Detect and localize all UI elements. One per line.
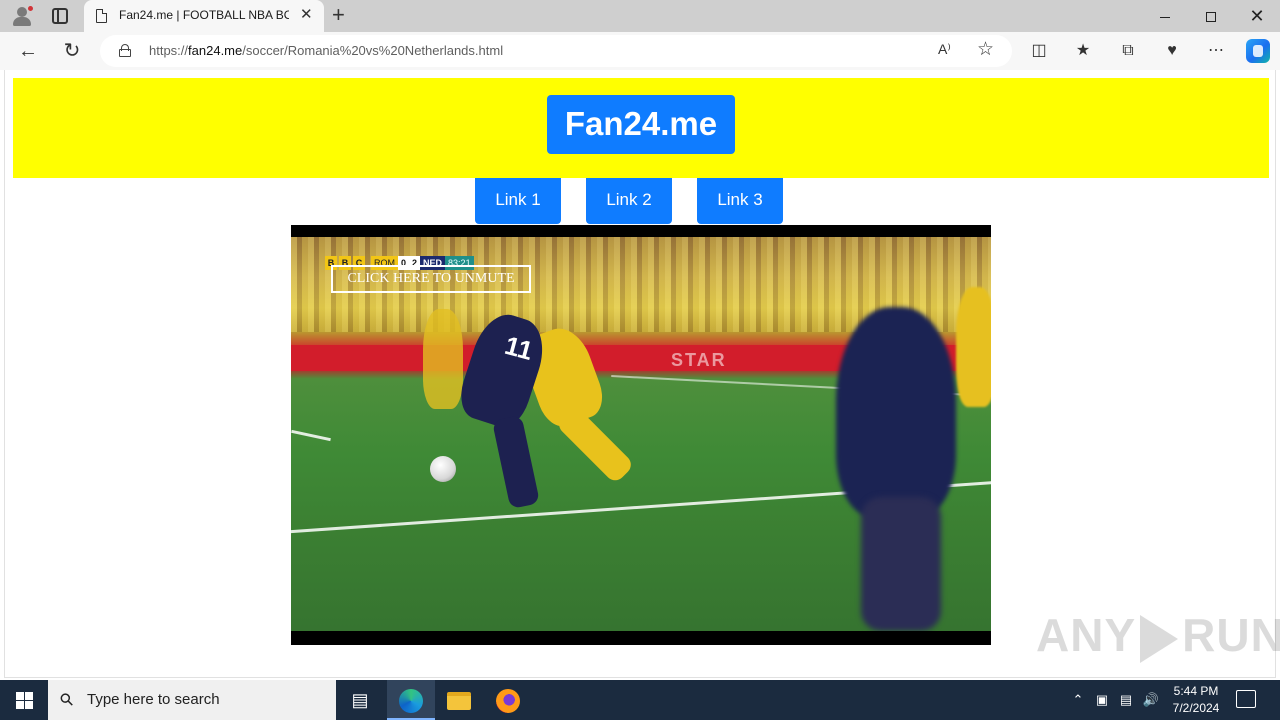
search-placeholder: Type here to search <box>87 691 220 708</box>
windows-taskbar: ⚲ Type here to search ▤ ⌃ ▣ ▤ 🔊 5:44 PM … <box>0 680 1280 720</box>
taskbar-clock[interactable]: 5:44 PM 7/2/2024 <box>1166 683 1226 717</box>
browser-toolbar: ← ↻ https://fan24.me/soccer/Romania%20vs… <box>0 32 1280 70</box>
show-hidden-icons-chevron-icon[interactable]: ⌃ <box>1068 680 1088 720</box>
file-explorer-icon[interactable] <box>435 680 483 720</box>
task-view-icon[interactable]: ▤ <box>336 680 384 720</box>
video-player[interactable]: STAR 11 B B C ROM 0 2 NED 83:21 CLICK HERE TO U… <box>291 225 991 645</box>
page-viewport: Fan24.me Link 1 Link 2 Link 3 STAR 11 BB… <box>4 70 1276 678</box>
favorites-icon[interactable]: ★ <box>1072 40 1094 62</box>
page-icon <box>96 9 107 23</box>
url-text[interactable]: https://fan24.me/soccer/Romania%20vs%20N… <box>149 43 503 58</box>
firefox-icon[interactable] <box>484 680 532 720</box>
back-arrow-icon[interactable]: ← <box>16 39 40 63</box>
link-3-button[interactable]: Link 3 <box>697 178 783 224</box>
site-brand-button[interactable]: Fan24.me <box>547 95 735 154</box>
new-tab-icon[interactable]: + <box>332 4 345 26</box>
browser-title-bar: Fan24.me | FOOTBALL NBA BOXING ✕ + ✕ <box>0 0 1280 32</box>
split-screen-icon[interactable]: ◫ <box>1028 40 1050 62</box>
volume-icon[interactable]: 🔊 <box>1140 680 1162 720</box>
minimize-window-button[interactable] <box>1142 0 1188 32</box>
lock-icon[interactable] <box>119 44 131 57</box>
edge-taskbar-icon[interactable] <box>387 680 435 720</box>
add-favorite-star-icon[interactable]: ☆ <box>977 38 994 61</box>
site-header: Fan24.me <box>13 78 1269 178</box>
notifications-icon[interactable] <box>1236 690 1256 708</box>
link-1-button[interactable]: Link 1 <box>475 178 561 224</box>
video-frame: STAR 11 <box>291 237 991 631</box>
meet-now-icon[interactable]: ▣ <box>1092 680 1112 720</box>
address-bar[interactable]: https://fan24.me/soccer/Romania%20vs%20N… <box>100 35 1012 67</box>
tab-close-icon[interactable]: ✕ <box>300 7 313 23</box>
profile-avatar-icon[interactable] <box>10 5 34 27</box>
read-aloud-icon[interactable]: A⁾ <box>938 41 951 58</box>
close-window-button[interactable]: ✕ <box>1234 0 1280 32</box>
tab-title: Fan24.me | FOOTBALL NBA BOXING <box>119 8 289 22</box>
football <box>430 456 456 482</box>
browser-essentials-icon[interactable]: ♥ <box>1161 40 1183 62</box>
anyrun-watermark: ANY RUN <box>1036 609 1280 663</box>
link-2-button[interactable]: Link 2 <box>586 178 672 224</box>
network-icon[interactable]: ▤ <box>1116 680 1136 720</box>
browser-tab-active[interactable]: Fan24.me | FOOTBALL NBA BOXING ✕ <box>84 0 324 32</box>
settings-more-icon[interactable]: ⋯ <box>1205 40 1227 62</box>
collections-icon[interactable]: ⧉ <box>1117 40 1139 62</box>
copilot-icon[interactable] <box>1246 39 1270 63</box>
restore-window-button[interactable] <box>1188 0 1234 32</box>
tab-actions-icon[interactable] <box>52 8 68 24</box>
play-logo-icon <box>1140 614 1179 663</box>
taskbar-search-box[interactable]: ⚲ Type here to search <box>48 680 336 720</box>
clock-date: 7/2/2024 <box>1172 701 1220 715</box>
clock-time: 5:44 PM <box>1173 684 1219 698</box>
search-icon: ⚲ <box>55 688 78 711</box>
advertising-board-text: STAR <box>671 350 727 370</box>
unmute-button[interactable]: CLICK HERE TO UNMUTE <box>331 265 531 293</box>
windows-start-icon[interactable] <box>0 680 48 720</box>
reload-icon[interactable]: ↻ <box>60 39 84 63</box>
